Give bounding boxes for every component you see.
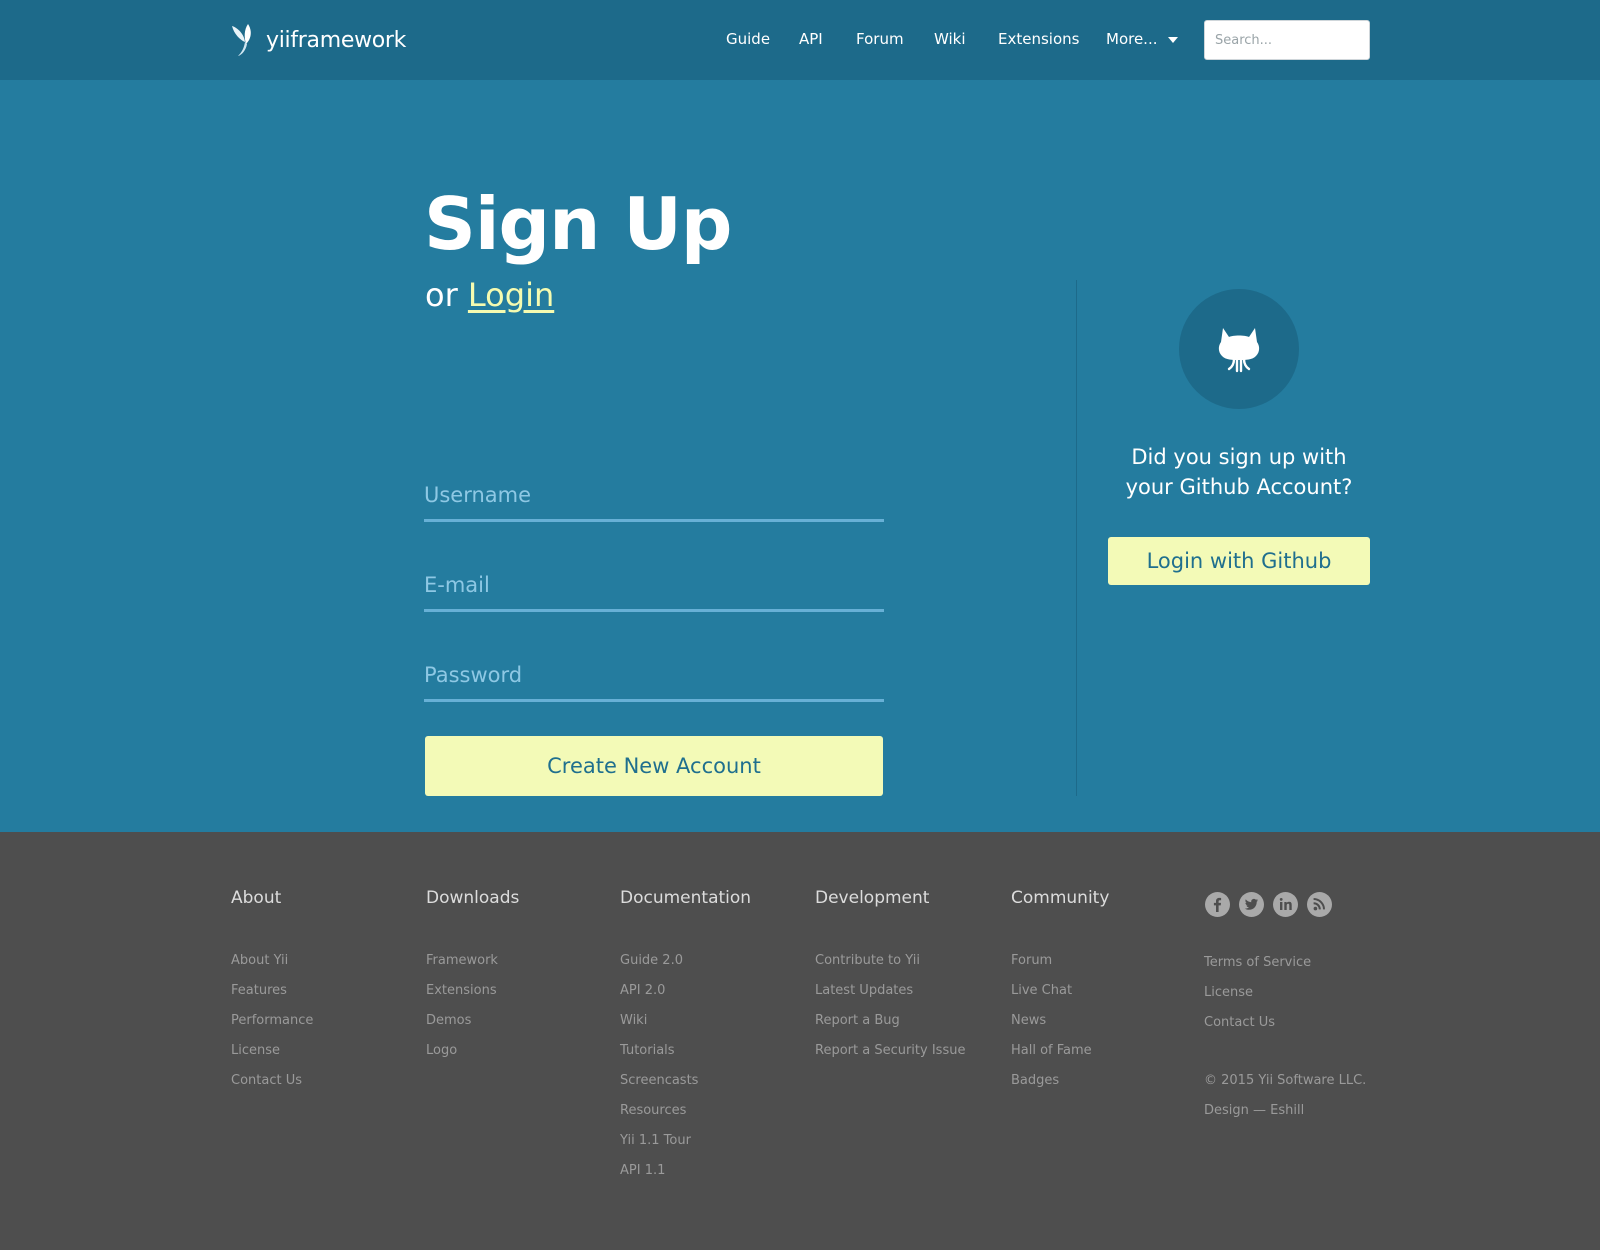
footer-link[interactable]: Performance [231, 1006, 313, 1036]
footer-link[interactable]: Extensions [426, 976, 519, 1006]
footer-link[interactable]: Tutorials [620, 1036, 751, 1066]
footer-link[interactable]: Report a Bug [815, 1006, 965, 1036]
footer-heading: Community [1011, 888, 1110, 908]
footer-link[interactable]: Yii 1.1 Tour [620, 1126, 751, 1156]
footer-heading: About [231, 888, 282, 908]
footer-link[interactable]: Hall of Fame [1011, 1036, 1109, 1066]
contact-us-link[interactable]: Contact Us [1204, 1008, 1311, 1038]
license-link[interactable]: License [1204, 978, 1311, 1008]
footer-col-downloads: Downloads Framework Extensions Demos Log… [426, 888, 519, 1066]
signup-section: Sign Up or Login Create New Account Did … [0, 80, 1600, 832]
footer-link[interactable]: Report a Security Issue [815, 1036, 965, 1066]
footer-link[interactable]: License [231, 1036, 313, 1066]
rss-icon[interactable] [1307, 892, 1332, 917]
password-input[interactable] [424, 650, 884, 699]
linkedin-icon[interactable] [1273, 892, 1298, 917]
email-input[interactable] [424, 560, 884, 609]
footer-link[interactable]: Features [231, 976, 313, 1006]
nav-wiki[interactable]: Wiki [934, 30, 966, 48]
footer-link[interactable]: Guide 2.0 [620, 946, 751, 976]
nav-extensions[interactable]: Extensions [998, 30, 1079, 48]
footer-link[interactable]: Wiki [620, 1006, 751, 1036]
footer-col-about: About About Yii Features Performance Lic… [231, 888, 313, 1096]
footer-meta-links: Terms of Service License Contact Us [1204, 948, 1311, 1038]
footer-link[interactable]: Screencasts [620, 1066, 751, 1096]
yii-leaf-icon [232, 24, 251, 56]
login-with-github-button[interactable]: Login with Github [1108, 537, 1370, 585]
footer-link[interactable]: Framework [426, 946, 519, 976]
logo-text: yiiframework [266, 27, 407, 53]
footer-col-documentation: Documentation Guide 2.0 API 2.0 Wiki Tut… [620, 888, 751, 1186]
footer-link[interactable]: About Yii [231, 946, 313, 976]
footer-col-community: Community Forum Live Chat News Hall of F… [1011, 888, 1109, 1096]
yii-logo[interactable]: yiiframework [228, 22, 406, 58]
username-field-wrapper [424, 470, 884, 522]
terms-of-service-link[interactable]: Terms of Service [1204, 948, 1311, 978]
create-account-button[interactable]: Create New Account [425, 736, 883, 796]
footer-link[interactable]: Logo [426, 1036, 519, 1066]
github-octocat-icon [1218, 328, 1260, 373]
caret-down-icon [1167, 36, 1178, 43]
footer-col-development: Development Contribute to Yii Latest Upd… [815, 888, 965, 1066]
page-title: Sign Up [424, 182, 732, 266]
nav-more-label: More... [1106, 30, 1158, 48]
footer-heading: Downloads [426, 888, 520, 908]
top-navbar: yiiframework Guide API Forum Wiki Extens… [0, 0, 1600, 80]
login-alternative: or Login [425, 276, 554, 314]
footer-link[interactable]: Badges [1011, 1066, 1109, 1096]
footer-link[interactable]: Forum [1011, 946, 1109, 976]
nav-guide[interactable]: Guide [726, 30, 770, 48]
username-input[interactable] [424, 470, 884, 519]
footer-link[interactable]: News [1011, 1006, 1109, 1036]
site-footer: About About Yii Features Performance Lic… [0, 832, 1600, 1250]
nav-forum[interactable]: Forum [856, 30, 904, 48]
vertical-divider [1076, 280, 1077, 796]
footer-heading: Development [815, 888, 930, 908]
footer-link[interactable]: API 2.0 [620, 976, 751, 1006]
copyright-block: © 2015 Yii Software LLC. Design — Eshill [1204, 1066, 1366, 1126]
github-question: Did you sign up with your Github Account… [1125, 445, 1353, 499]
design-credit[interactable]: Design — Eshill [1204, 1096, 1366, 1126]
facebook-icon[interactable] [1205, 892, 1230, 917]
footer-link[interactable]: Contribute to Yii [815, 946, 965, 976]
footer-heading: Documentation [620, 888, 752, 908]
footer-link[interactable]: Latest Updates [815, 976, 965, 1006]
footer-link[interactable]: Demos [426, 1006, 519, 1036]
or-text: or [425, 276, 458, 314]
social-links [1205, 892, 1332, 917]
twitter-icon[interactable] [1239, 892, 1264, 917]
footer-link[interactable]: Resources [620, 1096, 751, 1126]
nav-api[interactable]: API [799, 30, 823, 48]
footer-link[interactable]: Contact Us [231, 1066, 313, 1096]
footer-link[interactable]: Live Chat [1011, 976, 1109, 1006]
github-avatar-circle [1179, 289, 1299, 409]
login-link[interactable]: Login [468, 276, 554, 314]
copyright-text: © 2015 Yii Software LLC. [1204, 1073, 1367, 1088]
search-input[interactable] [1204, 20, 1370, 60]
email-field-wrapper [424, 560, 884, 612]
footer-link[interactable]: API 1.1 [620, 1156, 751, 1186]
password-field-wrapper [424, 650, 884, 702]
nav-more-dropdown[interactable]: More... [1106, 30, 1178, 48]
